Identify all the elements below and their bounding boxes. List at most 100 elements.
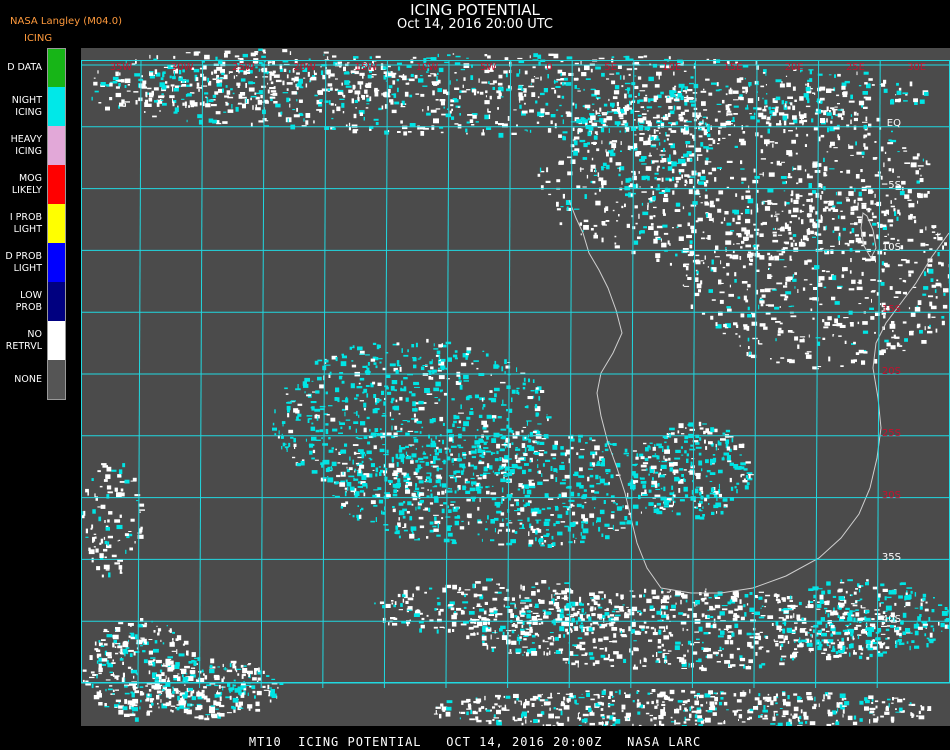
cloud-pixel: [543, 521, 550, 526]
cloud-pixel: [522, 499, 524, 502]
cloud-pixel: [452, 629, 455, 632]
cloud-pixel: [346, 466, 348, 469]
cloud-pixel: [406, 455, 412, 459]
cloud-pixel: [355, 491, 360, 497]
cloud-pixel: [741, 281, 748, 284]
cloud-pixel: [601, 221, 606, 225]
cloud-pixel: [562, 82, 565, 86]
cloud-pixel: [562, 193, 565, 199]
cloud-pixel: [516, 453, 519, 455]
cloud-pixel: [709, 492, 716, 495]
cloud-pixel: [548, 53, 554, 56]
cloud-pixel: [462, 601, 469, 604]
cloud-pixel: [361, 475, 367, 480]
cloud-pixel: [799, 637, 801, 641]
cloud-pixel: [775, 338, 777, 342]
cloud-pixel: [366, 103, 370, 105]
cloud-pixel: [494, 387, 500, 392]
cloud-pixel: [587, 149, 590, 153]
cloud-pixel: [549, 642, 554, 646]
cloud-pixel: [823, 326, 829, 329]
cloud-pixel: [574, 85, 577, 89]
cloud-pixel: [601, 166, 604, 171]
cloud-pixel: [670, 634, 674, 637]
cloud-pixel: [648, 226, 654, 230]
cloud-pixel: [454, 520, 459, 526]
cloud-pixel: [600, 654, 606, 658]
cloud-pixel: [664, 114, 668, 117]
cloud-pixel: [613, 651, 619, 655]
cloud-pixel: [579, 467, 583, 472]
cloud-pixel: [680, 599, 682, 605]
cloud-pixel: [883, 162, 885, 168]
cloud-pixel: [662, 649, 666, 652]
cloud-pixel: [438, 355, 441, 361]
cloud-pixel: [135, 100, 138, 105]
cloud-pixel: [767, 615, 774, 619]
cloud-pixel: [364, 453, 366, 457]
cloud-pixel: [496, 504, 500, 508]
cloud-pixel: [634, 134, 637, 136]
cloud-pixel: [451, 458, 454, 463]
cloud-pixel: [581, 72, 587, 77]
cloud-pixel: [765, 105, 768, 108]
cloud-pixel: [401, 621, 407, 624]
cloud-pixel: [451, 541, 457, 545]
cloud-pixel: [626, 68, 633, 71]
cloud-pixel: [822, 319, 825, 323]
cloud-pixel: [328, 449, 334, 453]
cloud-pixel: [539, 167, 542, 172]
cloud-pixel: [634, 85, 639, 90]
legend-item: MOG LIKELY: [0, 165, 66, 204]
cloud-pixel: [709, 472, 716, 475]
cloud-pixel: [343, 94, 346, 98]
cloud-pixel: [724, 211, 729, 215]
cloud-pixel: [633, 184, 639, 189]
map-timestamp: Oct 14, 2016 20:00 UTC: [397, 17, 553, 32]
cloud-pixel: [727, 631, 732, 633]
cloud-pixel: [452, 53, 455, 55]
cloud-pixel: [391, 109, 397, 114]
cloud-pixel: [486, 436, 489, 440]
cloud-pixel: [127, 84, 130, 86]
cloud-pixel: [666, 138, 669, 141]
cloud-pixel: [659, 446, 663, 448]
cloud-pixel: [657, 651, 663, 653]
cloud-pixel: [698, 181, 704, 185]
cloud-pixel: [902, 279, 905, 283]
cloud-pixel: [407, 501, 412, 506]
cloud-pixel: [704, 183, 708, 187]
cloud-pixel: [351, 347, 355, 349]
cloud-pixel: [549, 632, 554, 634]
cloud-pixel: [941, 320, 945, 326]
cloud-pixel: [623, 75, 625, 80]
cloud-pixel: [306, 394, 311, 397]
cloud-pixel: [799, 336, 806, 338]
cloud-pixel: [457, 106, 460, 108]
cloud-pixel: [521, 429, 524, 433]
cloud-pixel: [485, 528, 488, 531]
cloud-pixel: [543, 534, 549, 537]
cloud-pixel: [600, 462, 605, 467]
cloud-pixel: [766, 93, 768, 95]
cloud-pixel: [537, 464, 539, 468]
cloud-pixel: [390, 101, 394, 105]
cloud-pixel: [595, 200, 601, 206]
cloud-pixel: [789, 359, 795, 364]
cloud-pixel: [454, 87, 460, 90]
cloud-pixel: [401, 454, 405, 458]
cloud-pixel: [533, 452, 538, 455]
cloud-pixel: [204, 56, 209, 59]
cloud-pixel: [363, 492, 366, 497]
cloud-pixel: [767, 128, 770, 134]
cloud-pixel: [283, 68, 287, 72]
cloud-pixel: [720, 510, 724, 515]
cloud-pixel: [862, 330, 869, 334]
cloud-pixel: [537, 459, 539, 461]
cloud-pixel: [618, 214, 620, 217]
cloud-pixel: [440, 131, 444, 134]
cloud-pixel: [393, 489, 397, 494]
cloud-pixel: [737, 605, 743, 611]
cloud-pixel: [850, 223, 855, 225]
cloud-pixel: [305, 83, 308, 88]
